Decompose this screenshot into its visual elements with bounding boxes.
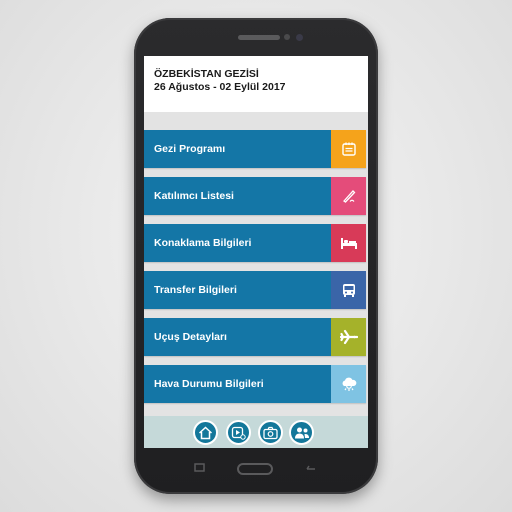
- bottom-nav-bar: [144, 416, 368, 448]
- menu-item-gezi-programi[interactable]: Gezi Programı: [144, 130, 366, 168]
- app-screen: ÖZBEKİSTAN GEZİSİ 26 Ağustos - 02 Eylül …: [144, 56, 368, 448]
- home-icon: [198, 425, 213, 439]
- bed-icon: [331, 224, 366, 262]
- weather-icon: [331, 365, 366, 403]
- play-video-icon: [231, 426, 246, 440]
- menu-item-label: Uçuş Detayları: [154, 331, 227, 343]
- back-icon[interactable]: [305, 464, 317, 474]
- camera-icon: [263, 426, 278, 439]
- home-nav-button[interactable]: [193, 420, 218, 445]
- menu-item-hava-durumu-bilgileri[interactable]: Hava Durumu Bilgileri: [144, 365, 366, 403]
- bus-icon: [331, 271, 366, 309]
- notepad-icon: [331, 130, 366, 168]
- menu-item-konaklama-bilgileri[interactable]: Konaklama Bilgileri: [144, 224, 366, 262]
- menu-item-transfer-bilgileri[interactable]: Transfer Bilgileri: [144, 271, 366, 309]
- camera-nav-button[interactable]: [258, 420, 283, 445]
- front-camera: [296, 34, 303, 41]
- recent-apps-icon[interactable]: [194, 463, 206, 473]
- page-title: ÖZBEKİSTAN GEZİSİ: [154, 68, 259, 80]
- home-hardware-button[interactable]: [237, 463, 273, 475]
- menu-item-label: Gezi Programı: [154, 143, 226, 155]
- menu-item-label: Katılımcı Listesi: [154, 190, 234, 202]
- menu-item-katilimci-listesi[interactable]: Katılımcı Listesi: [144, 177, 366, 215]
- people-nav-button[interactable]: [289, 420, 314, 445]
- menu-item-label: Konaklama Bilgileri: [154, 237, 252, 249]
- people-icon: [294, 427, 309, 438]
- menu-item-ucus-detaylari[interactable]: Uçuş Detayları: [144, 318, 366, 356]
- earpiece-speaker: [238, 35, 280, 40]
- video-nav-button[interactable]: [226, 420, 251, 445]
- airplane-icon: [331, 318, 366, 356]
- app-header: ÖZBEKİSTAN GEZİSİ 26 Ağustos - 02 Eylül …: [144, 56, 368, 112]
- trip-dates: 26 Ağustos - 02 Eylül 2017: [154, 81, 286, 93]
- sensor-dot: [284, 34, 290, 40]
- menu-item-label: Transfer Bilgileri: [154, 284, 237, 296]
- pen-icon: [331, 177, 366, 215]
- menu-item-label: Hava Durumu Bilgileri: [154, 378, 264, 390]
